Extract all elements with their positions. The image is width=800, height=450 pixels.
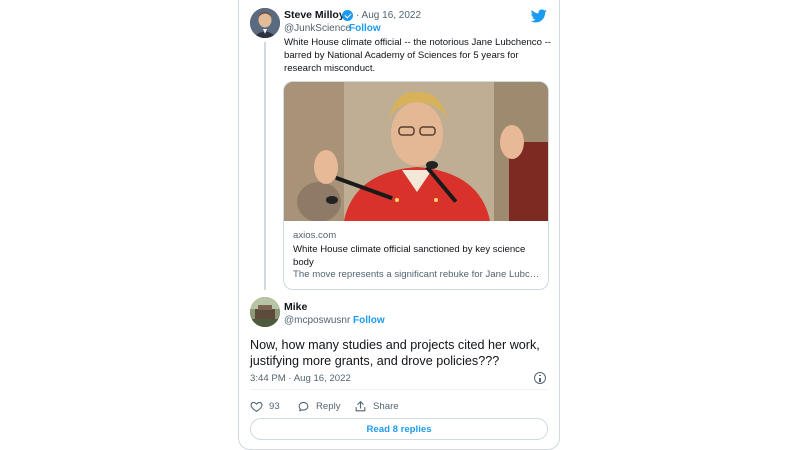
tweet-text: Now, how many studies and projects cited…: [250, 338, 540, 368]
share-icon: [355, 400, 366, 411]
parent-follow-button[interactable]: Follow: [349, 23, 381, 34]
link-description: The move represents a significant rebuke…: [293, 269, 543, 280]
read-replies-button[interactable]: Read 8 replies: [250, 418, 548, 440]
like-button[interactable]: 93: [250, 398, 280, 414]
tweet-timestamp[interactable]: 3:44 PM · Aug 16, 2022: [250, 373, 351, 384]
tweet-actions: 93 Reply Share: [250, 398, 548, 414]
info-icon[interactable]: [534, 372, 546, 384]
share-button[interactable]: Share: [354, 398, 399, 414]
reply-button[interactable]: Reply: [297, 398, 341, 414]
link-preview-image: [284, 82, 548, 221]
heart-icon: [250, 401, 263, 412]
reply-label: Reply: [316, 400, 341, 412]
tweet-embed-card: Steve Milloy · Aug 16, 2022 @JunkScience…: [238, 0, 560, 450]
verified-badge-icon: [342, 10, 353, 21]
parent-tweet-text: White House climate official -- the noto…: [284, 37, 551, 74]
thread-connector-line: [264, 42, 266, 290]
author-avatar[interactable]: [250, 297, 280, 327]
link-title: White House climate official sanctioned …: [293, 244, 526, 268]
follow-button[interactable]: Follow: [353, 315, 385, 326]
parent-avatar[interactable]: [250, 8, 280, 38]
like-count: 93: [269, 400, 280, 412]
link-domain: axios.com: [293, 230, 337, 241]
share-label: Share: [373, 400, 399, 412]
twitter-bird-icon[interactable]: [531, 9, 547, 23]
author-handle[interactable]: @mcposwusnr: [284, 315, 350, 326]
author-name[interactable]: Mike: [284, 301, 307, 313]
link-preview-card[interactable]: axios.com White House climate official s…: [283, 81, 549, 290]
parent-author-name[interactable]: Steve Milloy: [284, 9, 345, 21]
reply-bubble-icon: [298, 401, 309, 411]
divider: [250, 389, 548, 390]
parent-date[interactable]: · Aug 16, 2022: [356, 10, 421, 21]
parent-author-handle[interactable]: @JunkScience: [284, 23, 351, 34]
